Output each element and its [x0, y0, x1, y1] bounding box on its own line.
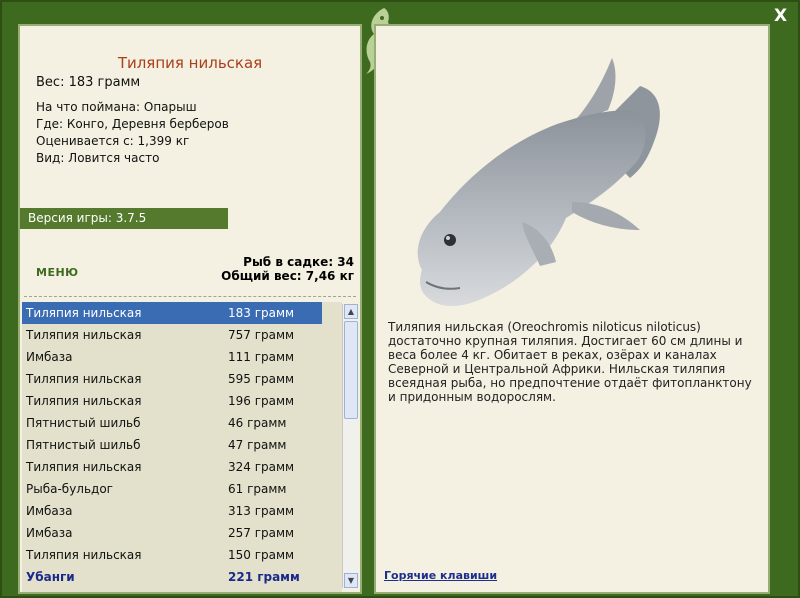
list-item[interactable]: Имбаза 257 грамм	[22, 522, 342, 544]
list-item[interactable]: Пятнистый шильб 46 грамм	[22, 412, 342, 434]
list-item-weight: 257 грамм	[228, 526, 295, 540]
list-item-name: Имбаза	[26, 350, 73, 364]
close-button[interactable]: X	[774, 6, 787, 26]
fish-kind: Вид: Ловится часто	[36, 151, 160, 165]
list-item-name: Тиляпия нильская	[26, 548, 142, 562]
list-item-name: Тиляпия нильская	[26, 394, 142, 408]
list-item-name: Тиляпия нильская	[26, 306, 142, 320]
right-panel: Тиляпия нильская (Oreochromis niloticus …	[374, 24, 770, 594]
fish-bait: На что поймана: Опарыш	[36, 100, 197, 114]
list-item-weight: 221 грамм	[228, 570, 300, 584]
list-item[interactable]: Имбаза 313 грамм	[22, 500, 342, 522]
fish-weight: Вес: 183 грамм	[36, 75, 141, 90]
list-item-weight: 595 грамм	[228, 372, 295, 386]
fish-description: Тиляпия нильская (Oreochromis niloticus …	[388, 320, 752, 404]
list-item-weight: 111 грамм	[228, 350, 295, 364]
list-item[interactable]: Тиляпия нильская 196 грамм	[22, 390, 342, 412]
list-item-weight: 46 грамм	[228, 416, 287, 430]
game-version: Версия игры: 3.7.5	[20, 208, 228, 229]
list-item[interactable]: Убанги 221 грамм	[22, 566, 342, 588]
list-item-weight: 324 грамм	[228, 460, 295, 474]
tilapia-fish-image	[417, 58, 660, 307]
left-panel: Тиляпия нильская Вес: 183 грамм На что п…	[18, 24, 362, 594]
scroll-up-arrow-icon[interactable]: ▲	[344, 304, 358, 319]
list-item-name: Рыба-бульдог	[26, 482, 113, 496]
list-item-name: Убанги	[26, 570, 75, 584]
list-item-name: Тиляпия нильская	[26, 328, 142, 342]
list-item[interactable]: Пятнистый шильб 47 грамм	[22, 434, 342, 456]
list-item[interactable]: Имбаза 111 грамм	[22, 346, 342, 368]
list-item-weight: 150 грамм	[228, 548, 295, 562]
fish-estimate: Оценивается с: 1,399 кг	[36, 134, 190, 148]
list-item-name: Имбаза	[26, 504, 73, 518]
list-item-weight: 757 грамм	[228, 328, 295, 342]
hotkeys-link[interactable]: Горячие клавиши	[384, 569, 497, 582]
list-item[interactable]: Тиляпия нильская 324 грамм	[22, 456, 342, 478]
list-item-name: Тиляпия нильская	[26, 372, 142, 386]
catch-list[interactable]: Тиляпия нильская 183 грамм Тиляпия нильска…	[22, 302, 342, 592]
total-weight: Общий вес: 7,46 кг	[221, 269, 354, 283]
list-item-name: Пятнистый шильб	[26, 438, 141, 452]
list-item[interactable]: Тиляпия нильская 183 грамм	[22, 302, 322, 324]
list-item[interactable]: Тиляпия нильская 757 грамм	[22, 324, 342, 346]
divider	[24, 296, 356, 297]
list-item-weight: 47 грамм	[228, 438, 287, 452]
list-item-weight: 196 грамм	[228, 394, 295, 408]
list-item[interactable]: Рыба-бульдог 61 грамм	[22, 478, 342, 500]
list-item-weight: 183 грамм	[228, 306, 295, 320]
scroll-down-arrow-icon[interactable]: ▼	[344, 573, 358, 588]
list-item-name: Имбаза	[26, 526, 73, 540]
catch-list-scrollbar[interactable]: ▲ ▼	[342, 304, 358, 588]
list-item[interactable]: Тиляпия нильская 150 грамм	[22, 544, 342, 566]
menu-button[interactable]: МЕНЮ	[36, 266, 79, 279]
fish-count: Рыб в садке: 34	[243, 255, 354, 269]
list-item-weight: 61 грамм	[228, 482, 287, 496]
game-window: X Тиляпия нильская Вес: 183 грамм На что…	[0, 0, 800, 598]
fish-title: Тиляпия нильская	[117, 54, 263, 72]
list-item-weight: 313 грамм	[228, 504, 295, 518]
list-item-name: Тиляпия нильская	[26, 460, 142, 474]
list-item-name: Пятнистый шильб	[26, 416, 141, 430]
list-item[interactable]: Тиляпия нильская 595 грамм	[22, 368, 342, 390]
scroll-thumb[interactable]	[344, 321, 358, 419]
fish-place: Где: Конго, Деревня берберов	[36, 117, 229, 131]
